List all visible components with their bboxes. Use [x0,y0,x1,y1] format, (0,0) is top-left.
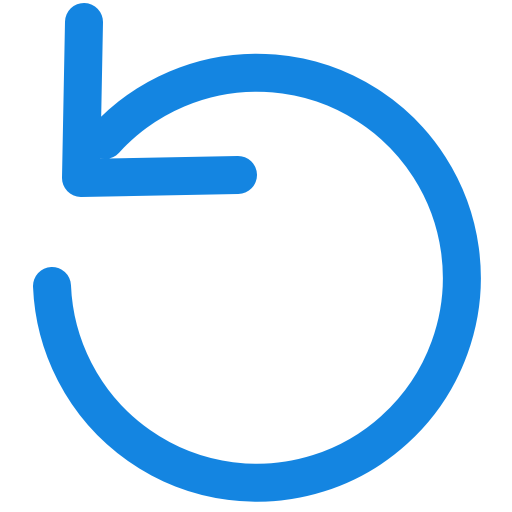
icon-canvas [0,0,512,512]
undo-arc [33,53,481,502]
undo-icon [0,0,512,512]
